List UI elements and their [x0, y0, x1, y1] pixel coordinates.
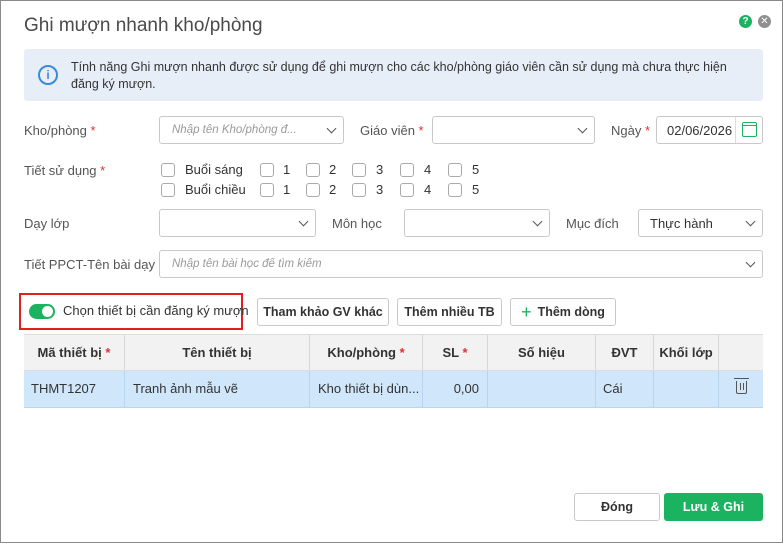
checkbox-chieu-4[interactable] — [400, 183, 414, 197]
day-lop-label: Dạy lớp — [24, 216, 70, 231]
them-nhieu-tb-button[interactable]: Thêm nhiều TB — [397, 298, 502, 326]
kho-phong-placeholder: Nhập tên Kho/phòng đ... — [172, 124, 297, 136]
col-sl: SL * — [423, 335, 488, 370]
checkbox-buoi-sang[interactable] — [161, 163, 175, 177]
ngay-date-input[interactable]: 02/06/2026 — [656, 116, 763, 144]
trash-icon[interactable] — [734, 378, 749, 394]
plus-icon: + — [521, 302, 532, 322]
col-kho-phong: Kho/phòng * — [310, 335, 423, 370]
cell-so-hieu[interactable] — [488, 371, 596, 407]
col-ma-thiet-bi: Mã thiết bị * — [24, 335, 125, 370]
checkbox-chieu-2[interactable] — [306, 183, 320, 197]
cell-dvt: Cái — [596, 371, 654, 407]
chevron-down-icon — [326, 123, 337, 134]
chevron-down-icon — [532, 216, 543, 227]
period-label: 1 — [283, 182, 291, 197]
buoi-chieu-label: Buổi chiều — [185, 182, 246, 197]
chevron-down-icon — [298, 216, 309, 227]
period-label: 4 — [424, 162, 432, 177]
period-label: 5 — [472, 162, 480, 177]
help-icon[interactable]: ? — [739, 15, 752, 28]
cell-sl[interactable]: 0,00 — [423, 371, 488, 407]
checkbox-sang-2[interactable] — [306, 163, 320, 177]
info-text: Tính năng Ghi mượn nhanh được sử dụng để… — [71, 60, 727, 91]
cell-kho: Kho thiết bị dùn... — [310, 371, 423, 407]
checkbox-sang-5[interactable] — [448, 163, 462, 177]
checkbox-chieu-1[interactable] — [260, 183, 274, 197]
mon-hoc-label: Môn học — [332, 216, 382, 231]
info-icon: i — [38, 65, 58, 85]
muc-dich-select[interactable]: Thực hành — [638, 209, 763, 237]
period-label: 3 — [376, 162, 384, 177]
period-label: 1 — [283, 162, 291, 177]
info-banner: i Tính năng Ghi mượn nhanh được sử dụng … — [24, 49, 763, 101]
ngay-value: 02/06/2026 — [667, 123, 733, 138]
close-button[interactable]: Đóng — [574, 493, 660, 521]
period-label: 2 — [329, 182, 337, 197]
tiet-ppct-placeholder: Nhập tên bài học để tìm kiếm — [172, 258, 322, 270]
device-select-toggle[interactable] — [29, 304, 55, 319]
cell-ten: Tranh ảnh mẫu vẽ — [125, 371, 310, 407]
table-row[interactable]: THMT1207 Tranh ảnh mẫu vẽ Kho thiết bị d… — [24, 371, 763, 408]
kho-phong-label: Kho/phòng * — [24, 123, 96, 138]
toggle-knob — [42, 306, 53, 317]
close-icon[interactable]: ✕ — [758, 15, 771, 28]
cell-khoi-lop — [654, 371, 719, 407]
calendar-icon — [742, 122, 757, 137]
checkbox-sang-1[interactable] — [260, 163, 274, 177]
period-label: 4 — [424, 182, 432, 197]
period-label: 2 — [329, 162, 337, 177]
checkbox-sang-3[interactable] — [352, 163, 366, 177]
mon-hoc-select[interactable] — [404, 209, 550, 237]
chevron-down-icon — [577, 123, 588, 134]
period-label: 3 — [376, 182, 384, 197]
kho-phong-select[interactable]: Nhập tên Kho/phòng đ... — [159, 116, 344, 144]
toggle-label: Chọn thiết bị cần đăng ký mượn — [63, 303, 249, 318]
tiet-ppct-label: Tiết PPCT-Tên bài dạy — [24, 257, 156, 272]
table-header: Mã thiết bị * Tên thiết bị Kho/phòng * S… — [24, 334, 763, 371]
muc-dich-value: Thực hành — [650, 216, 713, 231]
giao-vien-select[interactable] — [432, 116, 595, 144]
muc-dich-label: Mục đích — [566, 216, 619, 231]
dialog-title: Ghi mượn nhanh kho/phòng — [24, 15, 263, 36]
giao-vien-label: Giáo viên * — [360, 123, 424, 138]
col-ten-thiet-bi: Tên thiết bị — [125, 335, 310, 370]
checkbox-chieu-5[interactable] — [448, 183, 462, 197]
checkbox-sang-4[interactable] — [400, 163, 414, 177]
calendar-button[interactable] — [735, 117, 762, 143]
chevron-down-icon — [745, 257, 756, 268]
tham-khao-gv-button[interactable]: Tham khảo GV khác — [257, 298, 389, 326]
save-borrow-button[interactable]: Lưu & Ghi mượn — [664, 493, 763, 542]
period-label: 5 — [472, 182, 480, 197]
col-so-hieu: Số hiệu — [488, 335, 596, 370]
checkbox-buoi-chieu[interactable] — [161, 183, 175, 197]
quick-borrow-dialog: Ghi mượn nhanh kho/phòng ? ✕ i Tính năng… — [0, 0, 783, 543]
them-dong-button[interactable]: + Thêm dòng — [510, 298, 616, 326]
buoi-sang-label: Buổi sáng — [185, 162, 243, 177]
tiet-su-dung-label: Tiết sử dụng * — [24, 163, 106, 178]
day-lop-select[interactable] — [159, 209, 316, 237]
checkbox-chieu-3[interactable] — [352, 183, 366, 197]
cell-ma: THMT1207 — [24, 371, 125, 407]
col-khoi-lop: Khối lớp — [654, 335, 719, 370]
chevron-down-icon — [745, 216, 756, 227]
them-dong-label: Thêm dòng — [537, 305, 605, 319]
ngay-label: Ngày * — [611, 123, 651, 138]
col-dvt: ĐVT — [596, 335, 654, 370]
tiet-ppct-select[interactable]: Nhập tên bài học để tìm kiếm — [159, 250, 763, 278]
